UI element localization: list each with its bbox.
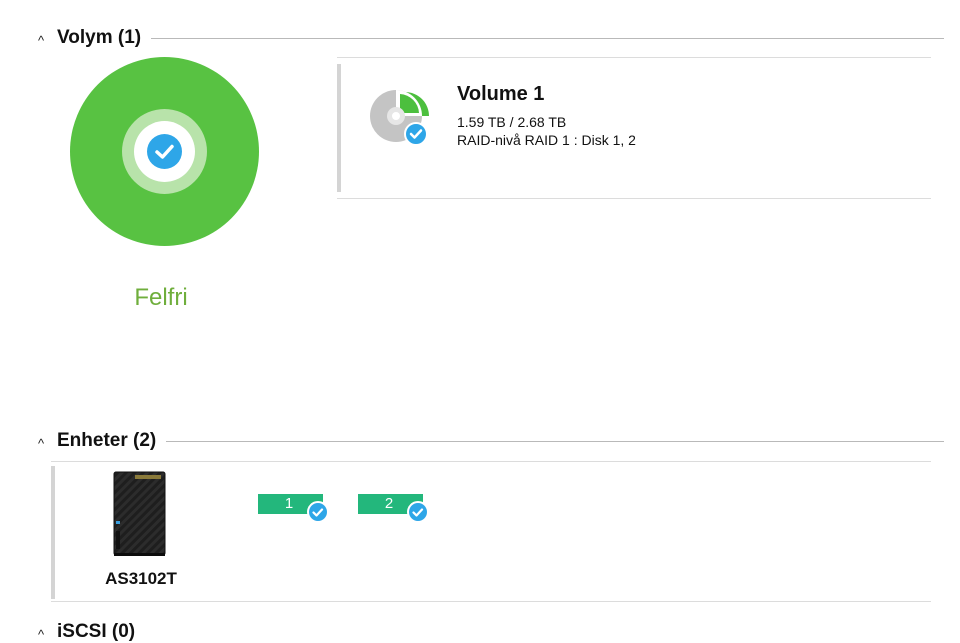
card-accent-bar [51, 466, 55, 599]
iscsi-section-header[interactable]: ^ iSCSI (0) [38, 621, 944, 642]
iscsi-section-title: iSCSI (0) [57, 621, 136, 642]
volume-section-title: Volym (1) [57, 27, 142, 48]
disk-slot-2[interactable]: 2 [358, 494, 429, 523]
volume-name: Volume 1 [457, 83, 545, 105]
devices-section-title: Enheter (2) [57, 430, 157, 451]
check-icon [147, 134, 182, 169]
health-status-label: Felfri [134, 284, 188, 311]
status-ring [122, 109, 207, 194]
volume-raid-level: RAID-nivå RAID 1 : Disk 1, 2 [457, 132, 636, 148]
devices-section-header[interactable]: ^ Enheter (2) [38, 429, 944, 453]
chevron-up-icon[interactable]: ^ [38, 33, 54, 48]
chevron-up-icon[interactable]: ^ [38, 436, 54, 451]
section-divider [166, 440, 944, 442]
check-icon [407, 501, 429, 523]
nas-device-icon [113, 471, 166, 557]
volume-usage-icon [368, 86, 432, 150]
chevron-up-icon[interactable]: ^ [38, 627, 54, 642]
device-card[interactable]: AS3102T 1 2 [51, 461, 931, 602]
volume-card[interactable]: Volume 1 1.59 TB / 2.68 TB RAID-nivå RAI… [337, 57, 931, 199]
volume-section-header[interactable]: ^ Volym (1) [38, 26, 944, 50]
volume-health-indicator [70, 57, 259, 246]
section-divider [151, 37, 944, 39]
card-accent-bar [337, 64, 341, 192]
check-icon [307, 501, 329, 523]
disk-slot-1[interactable]: 1 [258, 494, 329, 523]
volume-capacity: 1.59 TB / 2.68 TB [457, 114, 567, 130]
device-model-label: AS3102T [105, 569, 177, 588]
